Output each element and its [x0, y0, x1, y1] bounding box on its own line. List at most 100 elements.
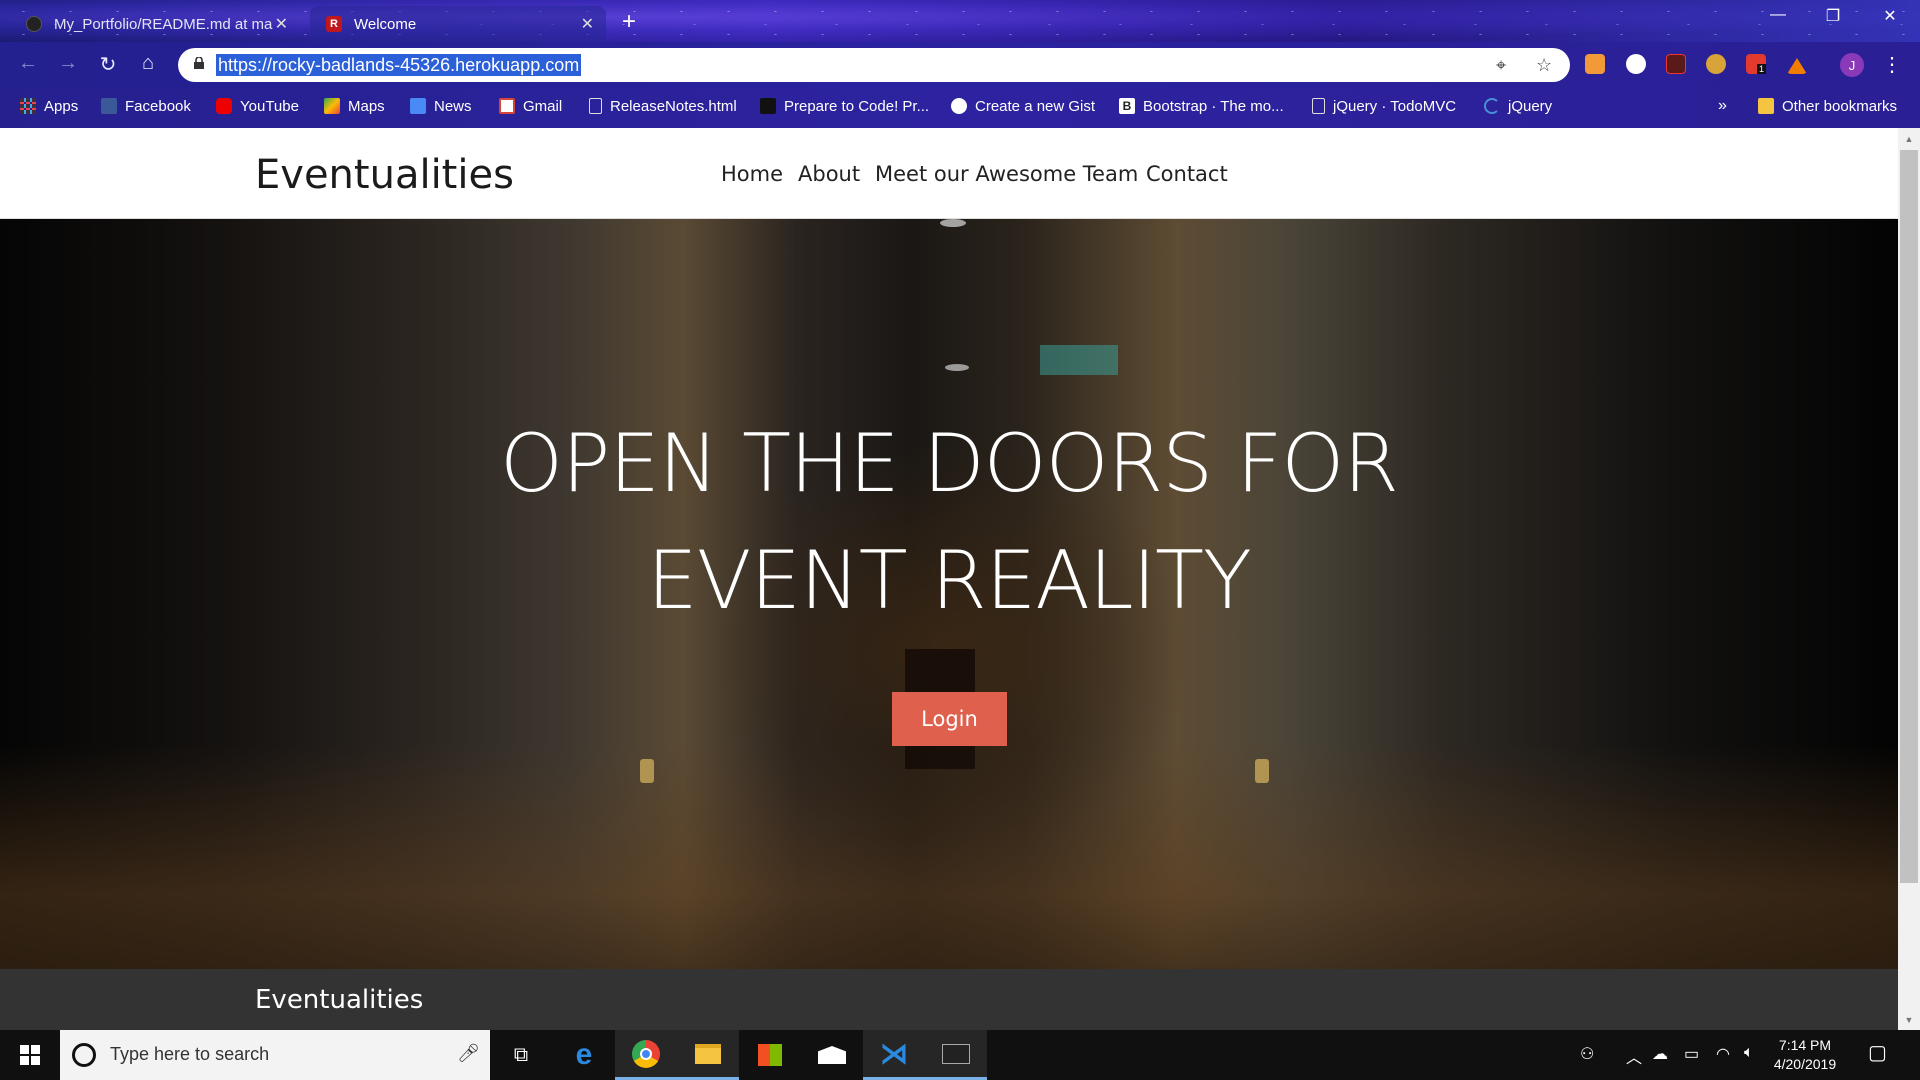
bookmarks-overflow-button[interactable]: »: [1718, 95, 1727, 117]
jquery-icon: [1484, 98, 1500, 114]
bookmark-label: jQuery · TodoMVC: [1333, 97, 1457, 115]
bookmark-gmail[interactable]: Gmail: [499, 95, 562, 117]
close-window-button[interactable]: ✕: [1867, 6, 1913, 26]
other-bookmarks-label: Other bookmarks: [1782, 97, 1898, 115]
bookmark-label: Gmail: [523, 97, 563, 115]
restore-window-button[interactable]: ❐: [1810, 6, 1856, 26]
scroll-down-arrow-icon[interactable]: ▼: [1902, 1015, 1916, 1025]
bookmark-github-gist[interactable]: Create a new Gist: [951, 95, 1095, 117]
terminal-icon: [942, 1043, 970, 1064]
bookmark-news[interactable]: News: [410, 95, 472, 117]
volume-icon[interactable]: 🔈︎: [1744, 1044, 1754, 1062]
tab-github-readme[interactable]: My_Portfolio/README.md at ma ✕: [10, 6, 300, 42]
mail-icon: [818, 1046, 846, 1064]
minimize-window-button[interactable]: —: [1755, 6, 1801, 24]
youtube-icon: [216, 98, 232, 114]
taskbar-search-box[interactable]: Type here to search 🎤︎: [60, 1030, 490, 1080]
bookmark-label: Apps: [44, 97, 79, 115]
taskbar-edge[interactable]: e: [553, 1030, 615, 1080]
footer-brand: Eventualities: [255, 985, 424, 1015]
task-view-icon: ⧉: [513, 1043, 529, 1066]
home-button[interactable]: ⌂: [134, 52, 162, 75]
tab-title: My_Portfolio/README.md at ma: [54, 15, 273, 33]
bookmark-maps[interactable]: Maps: [324, 95, 385, 117]
bookmark-freecodecamp[interactable]: Prepare to Code! Pr...: [760, 95, 929, 117]
site-brand[interactable]: Eventualities: [255, 152, 514, 198]
other-bookmarks-folder[interactable]: Other bookmarks: [1758, 95, 1897, 117]
extension-circle-icon[interactable]: [1626, 54, 1646, 74]
taskbar-file-explorer[interactable]: [677, 1030, 739, 1080]
lock-icon: [194, 57, 204, 69]
battery-icon[interactable]: ▭: [1684, 1044, 1699, 1064]
location-target-icon[interactable]: ⌖: [1496, 55, 1506, 76]
new-tab-button[interactable]: +: [622, 8, 636, 36]
extension-owl-icon[interactable]: [1706, 54, 1726, 74]
bookmark-label: YouTube: [240, 97, 299, 115]
menu-kebab-icon[interactable]: ⋮: [1882, 52, 1902, 77]
people-icon[interactable]: ⚇: [1580, 1044, 1594, 1064]
taskbar-mail[interactable]: [801, 1030, 863, 1080]
taskbar-vscode[interactable]: ⋊: [863, 1030, 925, 1080]
gmail-icon: [499, 98, 515, 114]
bookmark-jquery-todomvc[interactable]: jQuery · TodoMVC: [1312, 95, 1456, 117]
tab-title: Welcome: [354, 15, 417, 33]
nav-team[interactable]: Meet our Awesome Team: [875, 162, 1138, 186]
page-icon: [1312, 98, 1325, 114]
profile-initial: J: [1848, 57, 1856, 73]
start-button[interactable]: [0, 1030, 60, 1080]
scroll-up-arrow-icon[interactable]: ▲: [1902, 134, 1916, 144]
bookmark-label: News: [434, 97, 472, 115]
nav-contact[interactable]: Contact: [1146, 162, 1228, 186]
bookmark-bootstrap[interactable]: B Bootstrap · The mo...: [1119, 95, 1284, 117]
extension-video-icon[interactable]: [1585, 54, 1605, 74]
extension-badge: 1: [1757, 64, 1767, 74]
action-center-icon[interactable]: ▢: [1868, 1040, 1887, 1065]
folder-icon: [1758, 98, 1774, 114]
microphone-icon[interactable]: 🎤︎: [457, 1043, 480, 1064]
bookmark-youtube[interactable]: YouTube: [216, 95, 299, 117]
extension-pdf-icon[interactable]: [1666, 54, 1686, 74]
nav-home[interactable]: Home: [721, 162, 783, 186]
maps-icon: [324, 98, 340, 114]
bookmark-label: jQuery: [1508, 97, 1553, 115]
chrome-icon: [632, 1039, 660, 1068]
github-icon: [951, 98, 967, 114]
close-tab-icon[interactable]: ✕: [581, 14, 594, 34]
hero-headline-line1: OPEN THE DOORS FOR: [500, 417, 1399, 510]
github-icon: [26, 16, 42, 32]
site-footer: Eventualities: [0, 969, 1898, 1030]
taskbar-terminal[interactable]: [925, 1030, 987, 1080]
taskbar-store[interactable]: [739, 1030, 801, 1080]
back-button[interactable]: ←: [14, 52, 42, 75]
close-tab-icon[interactable]: ✕: [275, 14, 288, 34]
bookmark-star-icon[interactable]: ☆: [1536, 55, 1552, 76]
scrollbar-thumb[interactable]: [1900, 150, 1918, 883]
wifi-icon[interactable]: ◠: [1716, 1044, 1730, 1064]
taskbar-chrome[interactable]: [615, 1030, 677, 1080]
bookmark-label: Maps: [348, 97, 385, 115]
address-bar[interactable]: https://rocky-badlands-45326.herokuapp.c…: [178, 48, 1570, 82]
reload-button[interactable]: ↻: [94, 52, 122, 77]
taskbar-clock[interactable]: 7:14 PM 4/20/2019: [1770, 1036, 1840, 1074]
overflow-label: »: [1718, 97, 1727, 114]
bookmark-jquery[interactable]: jQuery: [1484, 95, 1552, 117]
bookmark-label: Create a new Gist: [975, 97, 1096, 115]
store-bag-icon: [758, 1044, 782, 1066]
task-view-button[interactable]: ⧉: [490, 1030, 552, 1080]
extension-todo-icon[interactable]: 1: [1746, 54, 1767, 74]
bookmark-apps[interactable]: Apps: [20, 95, 78, 117]
show-hidden-icons-chevron-icon[interactable]: ︿: [1626, 1044, 1642, 1068]
bookmark-release-notes[interactable]: ReleaseNotes.html: [589, 95, 737, 117]
tab-welcome[interactable]: R Welcome ✕: [310, 6, 606, 42]
bookmark-facebook[interactable]: Facebook: [101, 95, 191, 117]
news-icon: [410, 98, 426, 114]
hero-headline-line2: EVENT REALITY: [647, 534, 1252, 627]
nav-about[interactable]: About: [798, 162, 860, 186]
profile-avatar[interactable]: J: [1840, 53, 1864, 77]
forward-button[interactable]: →: [54, 52, 82, 75]
url-text[interactable]: https://rocky-badlands-45326.herokuapp.c…: [216, 54, 582, 76]
onedrive-cloud-icon[interactable]: ☁: [1652, 1044, 1668, 1064]
clock-date: 4/20/2019: [1773, 1056, 1837, 1072]
login-button[interactable]: Login: [892, 692, 1007, 746]
bookmark-label: ReleaseNotes.html: [610, 97, 737, 115]
